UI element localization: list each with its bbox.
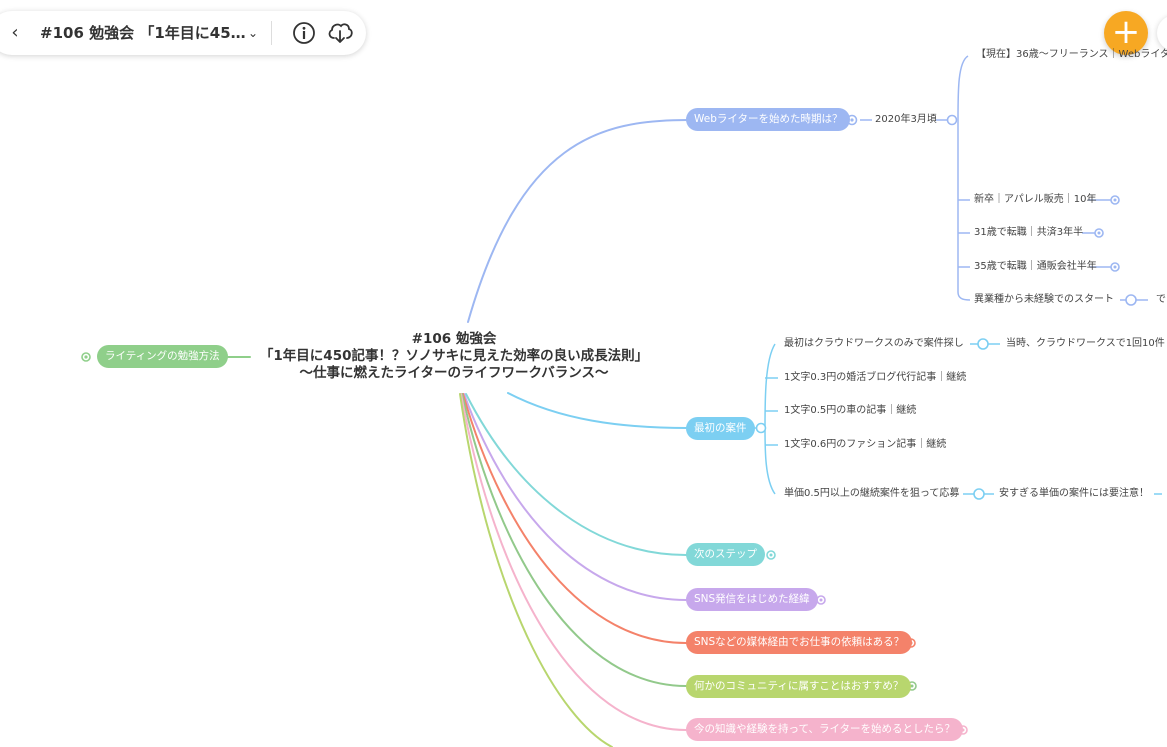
chevron-left-icon[interactable]: ‹ — [4, 21, 26, 45]
connector-first-job — [507, 392, 689, 429]
page-title[interactable]: #106 勉強会 「1年目に45… — [40, 23, 246, 43]
node-web-start[interactable]: Webライターを始めた時期は？ — [686, 108, 851, 131]
connector-web-start — [467, 119, 689, 323]
root-line-3: 〜仕事に燃えたライターのライフワークバランス〜 — [299, 365, 609, 381]
connector-community — [461, 393, 687, 687]
node-start-now[interactable]: 今の知識や経験を持って、ライターを始めるとしたら？ — [686, 718, 964, 741]
node-age31[interactable]: 31歳で転職｜共済3年半 — [974, 226, 1083, 240]
connector-start-now — [460, 393, 687, 731]
node-no-exp-child[interactable]: で — [1156, 293, 1166, 307]
info-icon[interactable] — [291, 20, 317, 46]
node-apply-child[interactable]: 安すぎる単価の案件には要注意！ — [999, 487, 1149, 501]
chevron-down-icon[interactable]: ⌄ — [248, 23, 258, 43]
node-date[interactable]: 2020年3月頃 — [875, 113, 937, 127]
node-first-job[interactable]: 最初の案件 — [686, 417, 755, 440]
root-line-2: 「1年目に450記事！？ソノサキに見えた効率の良い成長法則」 — [259, 348, 649, 364]
cloud-download-icon[interactable] — [326, 20, 354, 46]
connector-sns-requests — [462, 393, 687, 644]
node-crowdworks[interactable]: 最初はクラウドワークスのみで案件探し — [784, 337, 964, 351]
header-toolbar: ‹ #106 勉強会 「1年目に45… ⌄ — [0, 11, 366, 55]
node-sns-start[interactable]: SNS発信をはじめた経緯 — [686, 588, 818, 611]
node-sns-requests[interactable]: SNSなどの媒体経由でお仕事の依頼はある？ — [686, 631, 913, 654]
node-community[interactable]: 何かのコミュニティに属すことはおすすめ？ — [686, 675, 912, 698]
node-no-exp[interactable]: 異業種から未経験でのスタート — [974, 293, 1114, 307]
node-writing-study[interactable]: ライティングの勉強方法 — [97, 345, 228, 368]
node-job-3[interactable]: 1文字0.6円のファション記事｜継続 — [784, 438, 946, 452]
root-line-1: #106 勉強会 — [411, 331, 497, 347]
connector-sns-start — [463, 393, 687, 601]
node-age35[interactable]: 35歳で転職｜通販会社半年 — [974, 260, 1097, 274]
node-next-step[interactable]: 次のステップ — [686, 543, 765, 566]
expand-handle-date — [946, 114, 958, 126]
node-job-1[interactable]: 1文字0.3円の婚活ブログ代行記事｜継続 — [784, 371, 966, 385]
node-apply[interactable]: 単価0.5円以上の継続案件を狙って応募 — [784, 487, 959, 501]
node-new-grad[interactable]: 新卒｜アパレル販売｜10年 — [974, 193, 1097, 207]
node-job-2[interactable]: 1文字0.5円の車の記事｜継続 — [784, 404, 916, 418]
expand-handle-first-job — [755, 422, 767, 434]
node-current[interactable]: 【現在】36歳〜フリーランス｜Webライタ — [976, 48, 1167, 62]
root-node[interactable]: #106 勉強会 「1年目に450記事！？ソノサキに見えた効率の良い成長法則」 … — [244, 331, 664, 382]
node-crowdworks-child[interactable]: 当時、クラウドワークスで1回10件 — [1006, 337, 1165, 351]
toolbar-divider — [271, 21, 272, 45]
